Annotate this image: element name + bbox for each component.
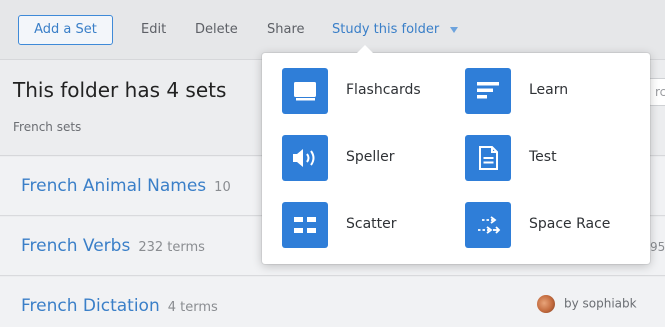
test-icon — [465, 135, 511, 181]
set-meta-fragment: 95 — [650, 240, 665, 254]
set-title[interactable]: French Dictation 4 terms — [21, 296, 218, 316]
menu-item-label: Test — [529, 149, 557, 165]
menu-item-flashcards[interactable]: Flashcards — [282, 68, 452, 114]
flashcards-icon — [282, 68, 328, 114]
speller-icon — [282, 135, 328, 181]
set-title-text[interactable]: French Animal Names — [21, 176, 206, 196]
study-mode-menu: Flashcards Learn Speller Test Scatter Sp… — [262, 45, 650, 264]
edit-link[interactable]: Edit — [141, 22, 166, 37]
avatar — [537, 295, 555, 313]
set-title[interactable]: French Verbs 232 terms — [21, 236, 205, 256]
add-set-button[interactable]: Add a Set — [18, 15, 113, 45]
learn-icon — [465, 68, 511, 114]
delete-link[interactable]: Delete — [195, 22, 238, 37]
folder-description: French sets — [13, 120, 82, 134]
folder-toolbar: Add a Set Edit Delete Share Study this f… — [0, 0, 665, 60]
set-title[interactable]: French Animal Names 10 — [21, 176, 231, 196]
menu-item-label: Space Race — [529, 216, 611, 232]
set-row[interactable]: French Dictation 4 terms by sophiabk — [0, 277, 665, 327]
set-term-count: 232 terms — [138, 240, 205, 255]
menu-item-label: Learn — [529, 82, 569, 98]
menu-item-test[interactable]: Test — [465, 135, 635, 181]
set-author[interactable]: by sophiabk — [537, 295, 637, 313]
menu-item-space-race[interactable]: Space Race — [465, 202, 635, 248]
chevron-down-icon[interactable] — [450, 27, 458, 33]
set-term-count: 4 terms — [167, 300, 218, 315]
set-title-text[interactable]: French Dictation — [21, 296, 160, 316]
menu-item-label: Speller — [346, 149, 395, 165]
set-term-count: 10 — [214, 180, 231, 195]
study-folder-dropdown[interactable]: Study this folder — [332, 22, 439, 37]
set-title-text[interactable]: French Verbs — [21, 236, 130, 256]
menu-item-scatter[interactable]: Scatter — [282, 202, 452, 248]
scatter-icon — [282, 202, 328, 248]
menu-item-speller[interactable]: Speller — [282, 135, 452, 181]
menu-item-label: Flashcards — [346, 82, 421, 98]
share-link[interactable]: Share — [267, 22, 305, 37]
search-input[interactable]: rcl — [648, 78, 665, 106]
menu-item-learn[interactable]: Learn — [465, 68, 635, 114]
space-race-icon — [465, 202, 511, 248]
menu-item-label: Scatter — [346, 216, 397, 232]
author-name[interactable]: by sophiabk — [564, 297, 637, 311]
page-title: This folder has 4 sets — [13, 78, 227, 102]
